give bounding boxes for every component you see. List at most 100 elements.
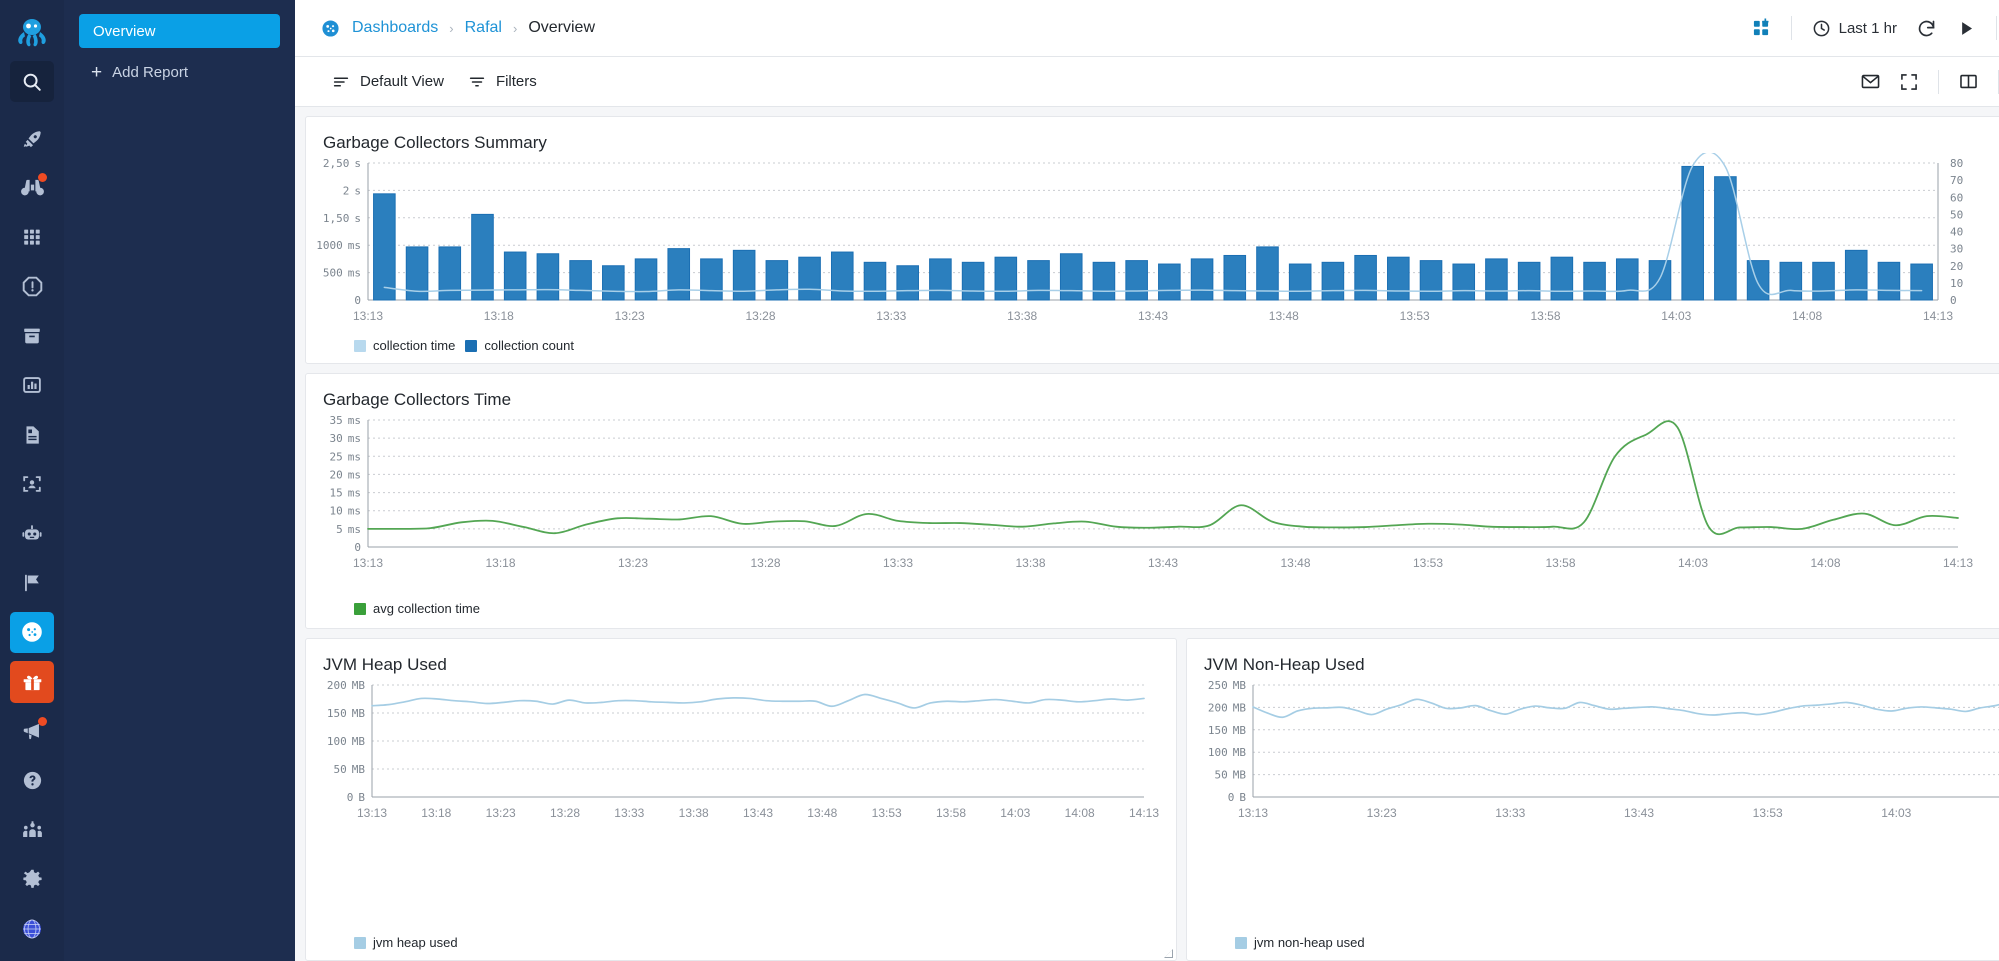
card-title: JVM Heap Used xyxy=(323,655,447,674)
garbage-collectors-summary-plot[interactable]: 0 500 ms 1000 ms 1,50 s 2 s 2,50 s 0 10 20 30 40 50 60 70 8… xyxy=(306,153,1999,328)
alert-octagon-icon[interactable] xyxy=(10,266,54,307)
svg-text:50: 50 xyxy=(1950,209,1963,222)
add-widget-button[interactable] xyxy=(1743,10,1779,46)
breadcrumb-item-dashboards[interactable]: Dashboards xyxy=(352,19,438,37)
svg-text:14:13: 14:13 xyxy=(1923,309,1953,323)
fullscreen-button[interactable] xyxy=(1891,64,1927,100)
svg-text:100MB: 100 MB xyxy=(1208,747,1246,760)
refresh-icon xyxy=(1918,20,1935,36)
legend-item[interactable]: avg collection time xyxy=(354,601,480,616)
svg-text:13:48: 13:48 xyxy=(1280,556,1310,570)
filter-icon xyxy=(469,77,485,86)
legend-item[interactable]: collection time xyxy=(354,338,455,353)
svg-text:13:48: 13:48 xyxy=(1269,309,1299,323)
chart-area[interactable]: 0 B 50 MB 100 MB 150 MB 200 MB 13:13 13:18 13:23 13:2… xyxy=(306,675,1176,935)
breadcrumb-item-rafal[interactable]: Rafal xyxy=(465,19,502,37)
binoculars-icon[interactable] xyxy=(10,167,54,208)
clock-icon xyxy=(1813,20,1830,36)
svg-text:13:43: 13:43 xyxy=(743,806,773,820)
svg-text:13:23: 13:23 xyxy=(1367,806,1397,820)
chart-area[interactable]: 0 5 ms 10 ms 15 ms 20 ms 25 ms 30 ms 35 ms 13:13 13:18 13… xyxy=(306,410,1999,601)
card-garbage-collectors-summary: Garbage Collectors Summary 0 500 ms 1000 ms 1… xyxy=(305,116,1999,364)
list-view-icon xyxy=(333,77,349,86)
play-button[interactable] xyxy=(1948,10,1984,46)
chart-legend: jvm non-heap used xyxy=(1187,935,1999,960)
time-range-button[interactable]: Last 1 hr xyxy=(1804,10,1905,46)
chart-area[interactable]: 0 B 50 MB 100 MB 150 MB 200 MB 250 MB 13:13 13:23 13:3… xyxy=(1187,675,1999,935)
gauge-dashboard-icon[interactable] xyxy=(10,611,54,654)
svg-text:13:38: 13:38 xyxy=(1007,309,1037,323)
document-icon[interactable] xyxy=(10,414,54,455)
legend-swatch xyxy=(465,339,478,352)
svg-text:13:28: 13:28 xyxy=(745,309,775,323)
dashboard-row: JVM Heap Used 0 B 50 MB 100 MB 150 MB 200 MB 13:13… xyxy=(305,638,1999,961)
user-scan-icon[interactable] xyxy=(10,464,54,505)
dashboard-toolbar: Default View Filters xyxy=(295,57,1999,107)
svg-text:15ms: 15 ms xyxy=(330,487,362,500)
svg-text:13:43: 13:43 xyxy=(1138,309,1168,323)
bar-chart-icon[interactable] xyxy=(10,365,54,406)
globe-icon[interactable] xyxy=(10,908,54,949)
svg-text:14:08: 14:08 xyxy=(1065,806,1095,820)
community-people-icon[interactable] xyxy=(10,809,54,850)
legend-item[interactable]: collection count xyxy=(465,338,574,353)
gift-icon[interactable] xyxy=(10,661,54,703)
svg-text:13:58: 13:58 xyxy=(936,806,966,820)
flag-icon[interactable] xyxy=(10,562,54,603)
svg-text:13:13: 13:13 xyxy=(1238,806,1268,820)
legend-label: collection time xyxy=(373,338,456,353)
svg-text:13:43: 13:43 xyxy=(1148,556,1178,570)
svg-text:100MB: 100 MB xyxy=(327,735,365,748)
filters-button[interactable]: Filters xyxy=(456,65,549,99)
svg-text:13:53: 13:53 xyxy=(1753,806,1783,820)
icon-rail xyxy=(0,0,64,961)
robot-icon[interactable] xyxy=(10,513,54,554)
megaphone-icon[interactable] xyxy=(10,711,54,752)
svg-text:13:58: 13:58 xyxy=(1545,556,1575,570)
apps-grid-icon[interactable] xyxy=(10,217,54,258)
chart-legend: avg collection time xyxy=(306,601,1999,628)
search-icon[interactable] xyxy=(10,60,54,103)
card-jvm-non-heap-used: JVM Non-Heap Used 0 B 50 MB 100 MB 150 MB 200 MB 2… xyxy=(1186,638,1999,961)
add-report-button[interactable]: + Add Report xyxy=(79,55,280,89)
svg-text:13:53: 13:53 xyxy=(1400,309,1430,323)
svg-text:20ms: 20 ms xyxy=(330,469,362,482)
svg-text:13:53: 13:53 xyxy=(872,806,902,820)
legend-item[interactable]: jvm non-heap used xyxy=(1235,935,1365,950)
sidebar-item-overview[interactable]: Overview xyxy=(79,14,280,48)
svg-text:30ms: 30 ms xyxy=(330,433,362,446)
svg-text:14:03: 14:03 xyxy=(1661,309,1691,323)
main-region: Dashboards › Rafal › Overview Last 1 hr … xyxy=(295,0,1999,961)
jvm-heap-used-plot[interactable]: 0 B 50 MB 100 MB 150 MB 200 MB 13:13 13:18 13:23 13:2… xyxy=(306,675,1176,825)
default-view-button[interactable]: Default View xyxy=(320,65,456,99)
svg-text:200MB: 200 MB xyxy=(327,679,365,692)
refresh-button[interactable] xyxy=(1908,10,1945,46)
fullscreen-icon xyxy=(1901,73,1917,90)
svg-text:14:03: 14:03 xyxy=(1678,556,1708,570)
card-title: JVM Non-Heap Used xyxy=(1204,655,1365,674)
svg-text:14:13: 14:13 xyxy=(1943,556,1973,570)
svg-text:0: 0 xyxy=(1950,294,1957,307)
mail-button[interactable] xyxy=(1852,64,1889,100)
help-circle-icon[interactable] xyxy=(10,760,54,801)
card-garbage-collectors-time: Garbage Collectors Time 0 5 ms 10 ms 15 ms 20 ms… xyxy=(305,373,1999,629)
svg-text:13:18: 13:18 xyxy=(485,556,515,570)
svg-text:150MB: 150 MB xyxy=(1208,724,1246,737)
archive-box-icon[interactable] xyxy=(10,315,54,356)
card-title: Garbage Collectors Summary xyxy=(323,133,547,152)
garbage-collectors-time-plot[interactable]: 0 5 ms 10 ms 15 ms 20 ms 25 ms 30 ms 35 ms 13:13 13:18 13… xyxy=(306,410,1999,575)
settings-gear-icon[interactable] xyxy=(10,859,54,900)
chevron-right-icon: › xyxy=(512,20,518,36)
chart-area[interactable]: 0 500 ms 1000 ms 1,50 s 2 s 2,50 s 0 10 20 30 40 50 60 70 8… xyxy=(306,153,1999,338)
split-layout-icon xyxy=(1960,74,1977,89)
legend-swatch xyxy=(1235,936,1247,949)
svg-text:13:13: 13:13 xyxy=(353,556,383,570)
card-resize-handle[interactable] xyxy=(1162,947,1173,958)
rocket-icon[interactable] xyxy=(10,118,54,159)
svg-text:0B: 0B xyxy=(347,791,366,804)
svg-text:13:28: 13:28 xyxy=(750,556,780,570)
legend-item[interactable]: jvm heap used xyxy=(354,935,458,950)
svg-text:25ms: 25 ms xyxy=(330,451,362,464)
split-layout-button[interactable] xyxy=(1950,64,1987,100)
jvm-non-heap-used-plot[interactable]: 0 B 50 MB 100 MB 150 MB 200 MB 250 MB 13:13 13:23 13:3… xyxy=(1187,675,1999,825)
